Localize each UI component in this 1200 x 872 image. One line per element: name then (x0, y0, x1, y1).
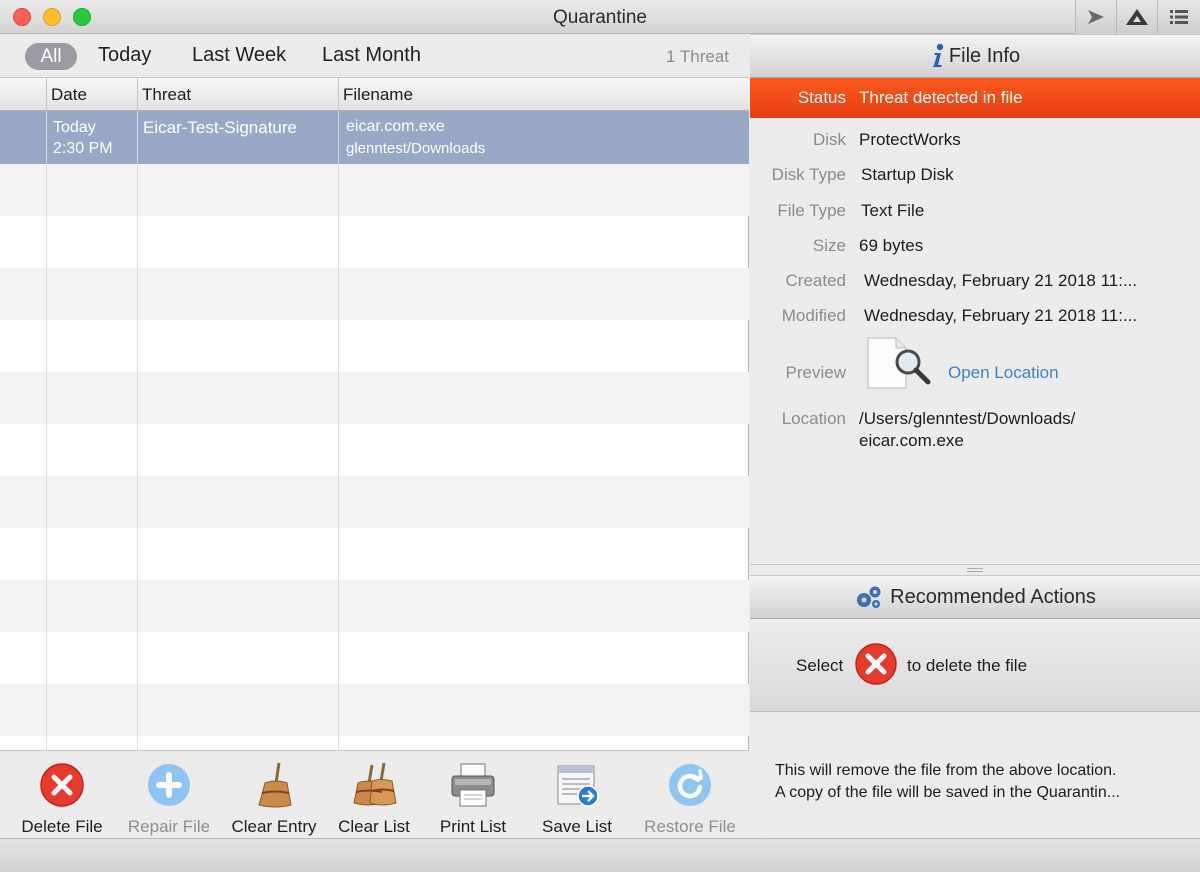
repair-file-button[interactable]: Repair File (120, 761, 218, 837)
location-line-2: eicar.com.exe (859, 431, 964, 450)
modified-label: Modified (781, 306, 846, 325)
gears-icon (857, 586, 881, 608)
warning-button[interactable] (1116, 0, 1157, 34)
status-value: Threat detected in file (859, 88, 1023, 107)
document-magnifier-icon (867, 337, 931, 389)
plus-icon (148, 764, 190, 806)
recommended-actions-title: Recommended Actions (890, 585, 1096, 608)
restore-file-label: Restore File (644, 817, 736, 836)
split-view-divider[interactable] (750, 564, 1200, 574)
print-list-label: Print List (439, 817, 507, 836)
action-toolbar: Delete File Repair File Clear Entry Clea… (0, 750, 749, 838)
column-header-threat[interactable]: Threat (142, 85, 191, 105)
recommended-action-box: Select to delete the file (750, 620, 1200, 712)
file-info-header: File Info (750, 34, 1200, 78)
details-pane: File Info Status Threat detected in file… (750, 34, 1200, 838)
row-filename: eicar.com.exe (346, 118, 445, 135)
disk-type-value: Startup Disk (861, 165, 954, 184)
disk-type-label: Disk Type (771, 165, 846, 184)
restore-icon (669, 764, 711, 806)
size-label: Size (812, 236, 846, 255)
file-info-title: File Info (948, 44, 1021, 67)
row-time: 2:30 PM (53, 140, 113, 157)
arrow-right-icon (1088, 10, 1104, 24)
empty-row (0, 424, 749, 476)
delete-x-icon (40, 763, 84, 807)
delete-x-icon (855, 643, 897, 685)
status-row: Status Threat detected in file (750, 78, 1200, 118)
list-view-button[interactable] (1157, 0, 1200, 34)
delete-file-label: Delete File (21, 817, 103, 836)
empty-row (0, 320, 749, 372)
restore-file-button[interactable]: Restore File (636, 761, 744, 837)
triangles-icon (1126, 9, 1148, 25)
location-label: Location (781, 409, 846, 428)
column-header-date[interactable]: Date (51, 85, 87, 105)
clear-entry-button[interactable]: Clear Entry (226, 761, 322, 837)
empty-row (0, 164, 749, 216)
action-description: This will remove the file from the above… (775, 760, 1190, 804)
title-bar: Quarantine (0, 0, 1200, 34)
save-list-button[interactable]: Save List (530, 761, 624, 837)
table-header: Date Threat Filename (0, 78, 749, 111)
printer-icon (451, 763, 495, 807)
clear-list-button[interactable]: Clear List (330, 761, 418, 837)
empty-row (0, 580, 749, 632)
clear-list-label: Clear List (338, 817, 410, 836)
row-threat: Eicar-Test-Signature (143, 118, 298, 137)
preview-thumbnail[interactable] (866, 336, 932, 395)
empty-row (0, 684, 749, 736)
empty-row (0, 372, 749, 424)
modified-value: Wednesday, February 21 2018 11:... (864, 306, 1138, 325)
info-icon (932, 43, 944, 67)
window-title: Quarantine (552, 7, 647, 28)
table-row[interactable]: Today 2:30 PM Eicar-Test-Signature eicar… (0, 111, 749, 164)
threat-count: 1 Threat (665, 47, 729, 66)
row-path: glenntest/Downloads (346, 140, 486, 157)
open-location-link[interactable]: Open Location (948, 363, 1059, 383)
delete-action-button[interactable] (854, 642, 898, 691)
threat-list-pane: All Today Last Week Last Month 1 Threat … (0, 34, 749, 838)
file-type-label: File Type (777, 201, 846, 220)
status-label: Status (797, 88, 846, 107)
location-line-1: /Users/glenntest/Downloads/ (859, 409, 1076, 428)
created-label: Created (785, 271, 846, 290)
repair-file-label: Repair File (127, 817, 211, 836)
file-type-value: Text File (861, 201, 925, 220)
description-line-1: This will remove the file from the above… (775, 762, 1117, 779)
empty-row (0, 216, 749, 268)
delete-file-button[interactable]: Delete File (12, 761, 112, 837)
description-line-2: A copy of the file will be saved in the … (775, 784, 1121, 801)
scan-button[interactable] (1075, 0, 1116, 34)
brooms-icon (353, 762, 397, 806)
save-list-icon (557, 765, 599, 807)
save-list-label: Save List (542, 817, 612, 836)
recommended-actions-header: Recommended Actions (750, 575, 1200, 619)
bottom-status-bar (0, 838, 1200, 872)
list-icon (1170, 10, 1188, 24)
empty-row (0, 528, 749, 580)
filter-last-month[interactable]: Last Month (322, 44, 421, 67)
action-text: to delete the file (907, 656, 1028, 675)
clear-entry-label: Clear Entry (231, 817, 317, 836)
filter-all[interactable]: All (25, 43, 77, 70)
threat-table-body: Today 2:30 PM Eicar-Test-Signature eicar… (0, 111, 749, 752)
preview-label: Preview (785, 363, 846, 382)
size-value: 69 bytes (859, 236, 924, 255)
filter-last-week[interactable]: Last Week (192, 44, 286, 67)
empty-row (0, 476, 749, 528)
filter-today[interactable]: Today (98, 44, 151, 67)
empty-row (0, 632, 749, 684)
column-header-filename[interactable]: Filename (343, 85, 413, 105)
disk-label: Disk (812, 130, 846, 149)
print-list-button[interactable]: Print List (428, 761, 518, 837)
select-text: Select (796, 656, 844, 675)
broom-icon (258, 762, 292, 808)
quarantine-window: Quarantine All Today Last Week Last Mont… (0, 0, 1200, 872)
filter-bar: All Today Last Week Last Month 1 Threat (0, 34, 749, 78)
disk-value: ProtectWorks (859, 130, 961, 149)
empty-row (0, 268, 749, 320)
created-value: Wednesday, February 21 2018 11:... (864, 271, 1138, 290)
row-date: Today (53, 119, 96, 136)
